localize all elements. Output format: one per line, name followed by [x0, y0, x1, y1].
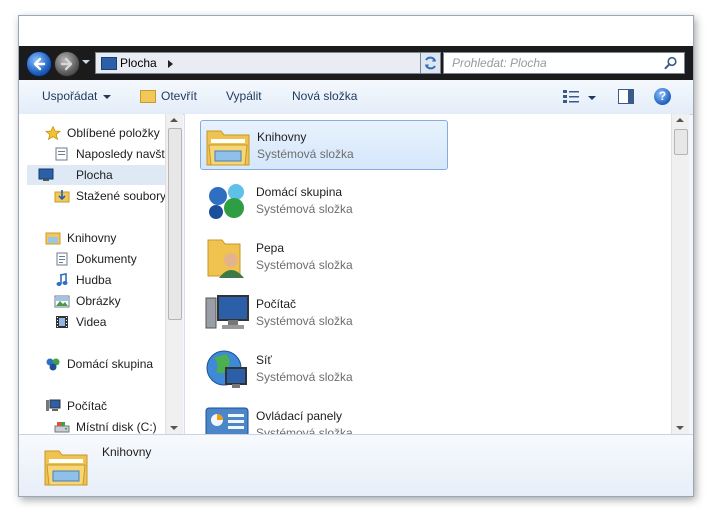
- explorer-window: Plocha Prohledat: Plocha Uspořádat Otevř…: [18, 15, 694, 497]
- libraries-folder-icon: [206, 130, 250, 166]
- organize-label: Uspořádat: [42, 89, 98, 103]
- open-button[interactable]: Otevřít: [140, 89, 198, 104]
- back-button[interactable]: [26, 51, 52, 77]
- nav-favorites-label: Oblíbené položky: [67, 126, 160, 140]
- open-label: Otevřít: [161, 89, 198, 103]
- item-name: Pepa: [256, 241, 285, 255]
- item-type: Systémová složka: [256, 202, 353, 216]
- address-row: Plocha Prohledat: Plocha: [19, 46, 693, 80]
- refresh-button[interactable]: [420, 52, 441, 74]
- details-pane: Knihovny: [19, 434, 693, 496]
- computer-icon: [205, 295, 249, 329]
- nav-videos-label: Videa: [76, 315, 107, 329]
- command-bar: Uspořádat Otevřít Vypálit Nová složka ?: [19, 80, 693, 115]
- nav-pictures-label: Obrázky: [76, 294, 121, 308]
- scroll-down-icon[interactable]: [676, 426, 684, 430]
- arrow-left-icon: [33, 57, 46, 71]
- details-item-name: Knihovny: [102, 445, 152, 459]
- folder-icon: [140, 90, 156, 104]
- file-list: Knihovny Systémová složka Domácí skupina…: [184, 114, 671, 445]
- star-icon: [45, 126, 61, 140]
- title-bar: [19, 16, 693, 46]
- preview-pane-icon[interactable]: [618, 89, 634, 104]
- libraries-folder-icon: [44, 450, 88, 486]
- content-scrollbar[interactable]: [671, 114, 689, 434]
- item-type: Systémová složka: [256, 370, 353, 384]
- downloads-icon: [54, 190, 70, 203]
- item-name: Počítač: [256, 297, 297, 311]
- burn-button[interactable]: Vypálit: [226, 89, 262, 103]
- refresh-icon: [425, 56, 436, 70]
- nav-homegroup-label: Domácí skupina: [67, 357, 154, 371]
- nav-scrollbar-thumb[interactable]: [168, 128, 182, 320]
- nav-music-label: Hudba: [76, 273, 112, 287]
- change-view-icon[interactable]: [562, 89, 580, 104]
- chevron-down-icon: [103, 94, 112, 99]
- nav-scrollbar[interactable]: [165, 114, 183, 434]
- organize-button[interactable]: Uspořádat: [42, 89, 112, 103]
- nav-documents-label: Dokumenty: [76, 252, 137, 266]
- recent-pages-dropdown[interactable]: [82, 60, 90, 64]
- list-item[interactable]: Síť Systémová složka: [200, 344, 448, 394]
- pictures-icon: [54, 295, 70, 308]
- nav-recent-label: Naposledy navští: [76, 147, 169, 161]
- nav-computer-label: Počítač: [67, 399, 108, 413]
- search-box[interactable]: Prohledat: Plocha: [443, 52, 685, 74]
- desktop-icon: [101, 57, 117, 70]
- item-name: Ovládací panely: [256, 409, 343, 423]
- list-item[interactable]: Pepa Systémová složka: [200, 232, 448, 282]
- nav-libraries-label: Knihovny: [67, 231, 117, 245]
- navigation-pane: Oblíbené položky Naposledy navští Plocha…: [19, 114, 182, 434]
- drive-icon: [54, 422, 70, 433]
- nav-desktop-label: Plocha: [76, 168, 113, 182]
- search-icon[interactable]: [664, 56, 678, 70]
- item-name: Domácí skupina: [256, 185, 343, 199]
- recent-places-icon: [55, 147, 68, 161]
- film-icon: [56, 316, 68, 328]
- nav-downloads-label: Stažené soubory: [76, 189, 167, 203]
- help-icon[interactable]: ?: [654, 88, 671, 105]
- list-item[interactable]: Knihovny Systémová složka: [200, 120, 448, 170]
- item-type: Systémová složka: [257, 147, 354, 161]
- scroll-down-icon[interactable]: [170, 426, 178, 430]
- user-folder-icon: [207, 239, 244, 278]
- forward-button[interactable]: [54, 51, 80, 77]
- arrow-right-icon: [60, 57, 73, 71]
- new-folder-button[interactable]: Nová složka: [292, 89, 357, 103]
- content-scrollbar-thumb[interactable]: [674, 129, 688, 155]
- address-location[interactable]: Plocha: [120, 56, 157, 70]
- chevron-right-icon[interactable]: [168, 60, 173, 68]
- network-globe-icon: [206, 350, 247, 388]
- search-placeholder: Prohledat: Plocha: [452, 56, 547, 70]
- scroll-up-icon[interactable]: [170, 118, 178, 122]
- item-type: Systémová složka: [256, 314, 353, 328]
- libraries-icon: [45, 232, 61, 245]
- documents-icon: [56, 252, 68, 266]
- homegroup-icon: [209, 184, 244, 219]
- item-name: Knihovny: [257, 130, 307, 144]
- list-item[interactable]: Domácí skupina Systémová složka: [200, 176, 448, 226]
- item-type: Systémová složka: [256, 258, 353, 272]
- list-item[interactable]: Počítač Systémová složka: [200, 288, 448, 338]
- item-name: Síť: [256, 353, 272, 367]
- music-note-icon: [56, 273, 68, 286]
- address-bar[interactable]: Plocha: [95, 52, 437, 74]
- view-options-dropdown[interactable]: [588, 96, 596, 100]
- computer-icon: [46, 399, 61, 411]
- nav-desktop[interactable]: Plocha: [27, 165, 165, 185]
- scroll-up-icon[interactable]: [676, 118, 684, 122]
- homegroup-icon: [46, 358, 60, 371]
- desktop-icon: [38, 168, 54, 181]
